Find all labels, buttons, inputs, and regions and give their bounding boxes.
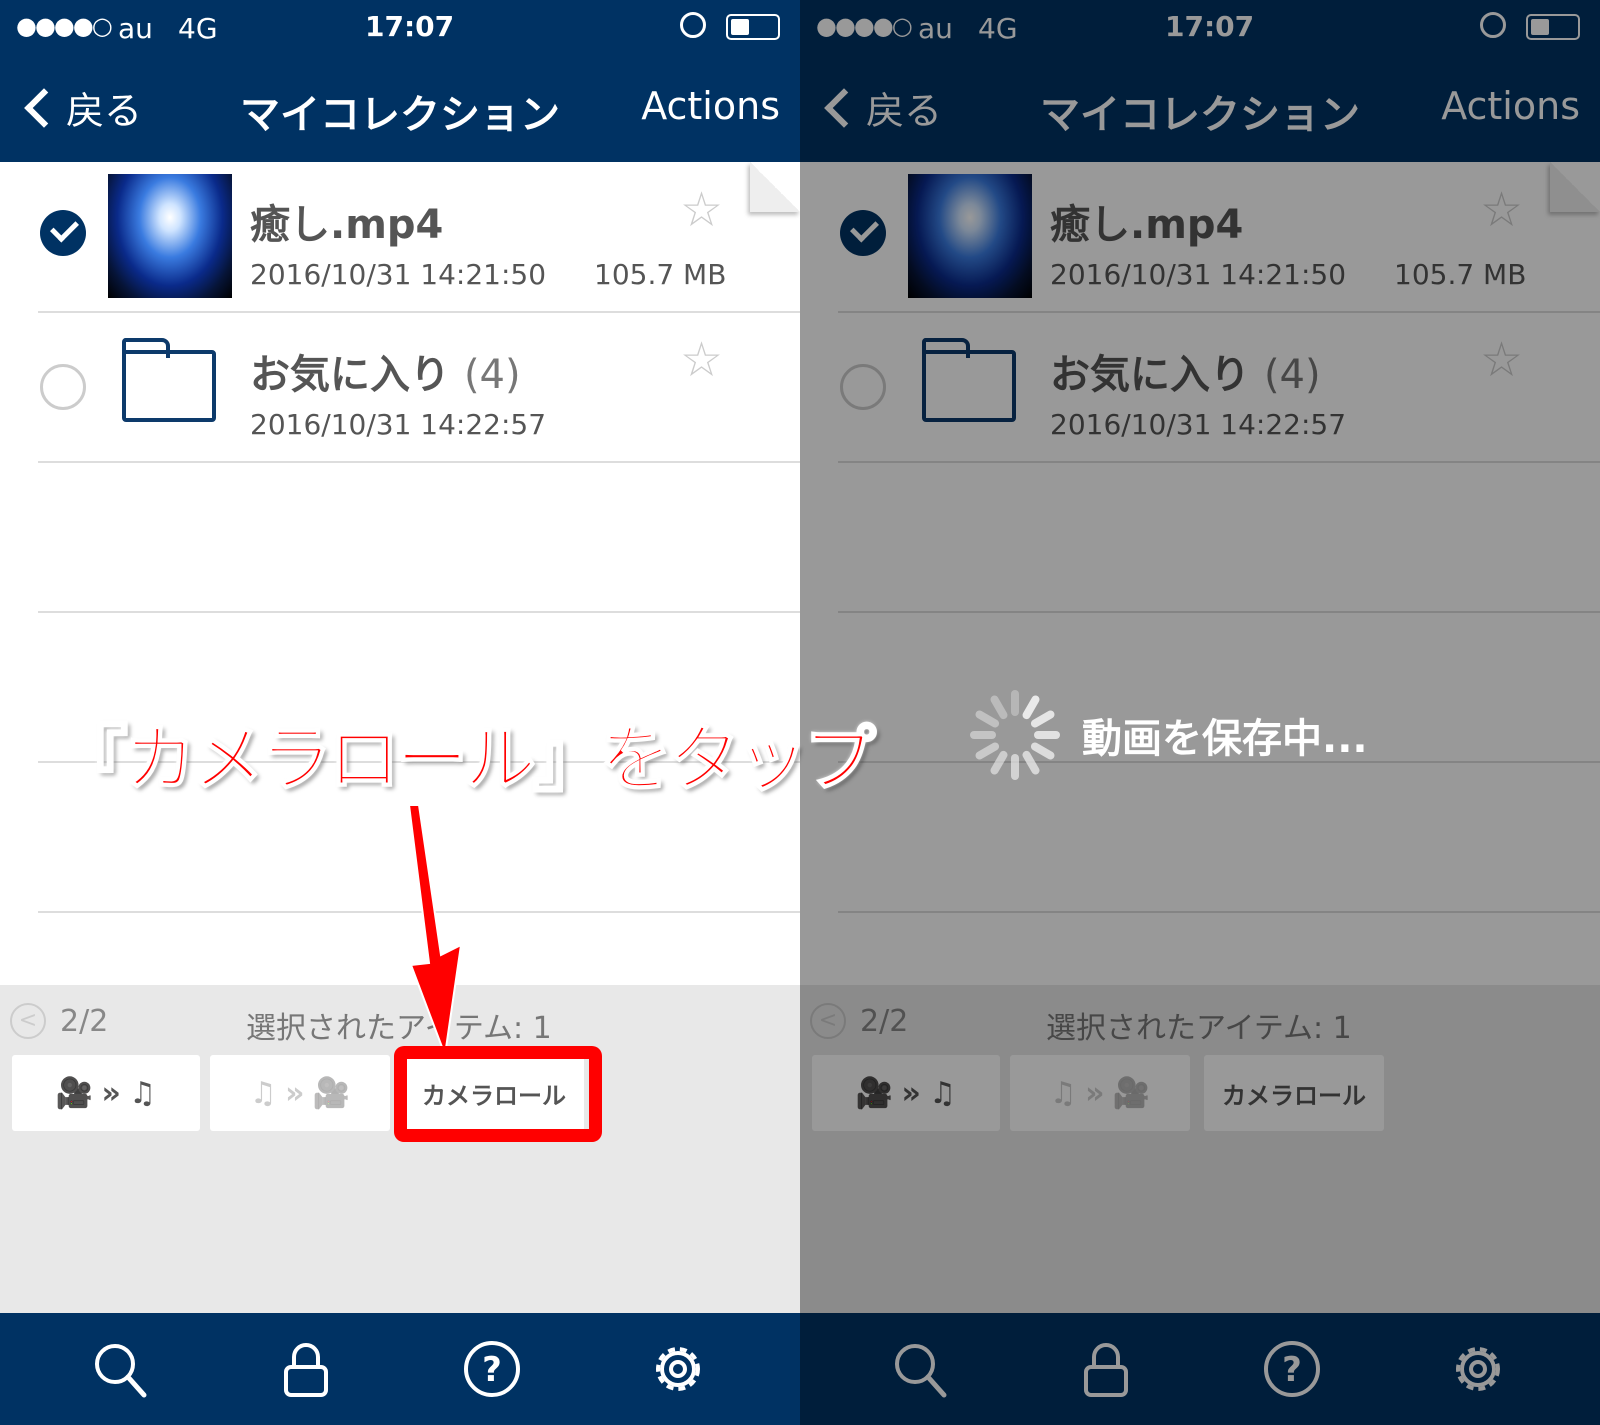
search-icon[interactable] [90, 1339, 150, 1399]
network-type: 4G [178, 12, 218, 45]
saving-text: 動画を保存中... [1082, 716, 1368, 762]
folder-icon [122, 338, 216, 422]
spinner-spoke [1011, 754, 1019, 780]
carrier: au [118, 12, 153, 45]
video-camera-icon: 🎥 [55, 1075, 94, 1111]
svg-text:?: ? [482, 1350, 502, 1390]
spinner-spoke [1034, 731, 1060, 739]
screen-saving: ●●●●○ au 4G 17:07 戻る マイコレクション Actions 癒し… [800, 0, 1600, 1425]
rotation-lock-icon [680, 12, 706, 38]
item-name: お気に入り (4) [250, 352, 521, 398]
music-note-icon: ♫ [129, 1075, 157, 1111]
back-label: 戻る [66, 89, 143, 133]
spinner-spoke [1029, 709, 1056, 729]
arrows-icon: » [101, 1075, 121, 1111]
signal-strength: ●●●●○ [16, 12, 113, 40]
highlight-box [394, 1046, 602, 1142]
star-icon[interactable]: ☆ [680, 182, 723, 238]
loading-overlay: 動画を保存中... [800, 0, 1600, 1425]
help-icon[interactable]: ? [462, 1339, 522, 1399]
pager[interactable]: <2/2 [10, 1003, 108, 1039]
spinner-spoke [989, 749, 1009, 776]
divider [38, 461, 800, 463]
convert-audio-to-video-button[interactable]: ♫ » 🎥 [210, 1055, 390, 1131]
status-bar: ●●●●○ au 4G 17:07 [0, 0, 800, 58]
checkbox-unchecked[interactable] [40, 364, 86, 410]
convert-video-to-audio-button[interactable]: 🎥 » ♫ [12, 1055, 200, 1131]
video-camera-icon: 🎥 [312, 1075, 351, 1111]
item-name: 癒し.mp4 [250, 202, 444, 248]
instruction-annotation: 『カメラロール』をタップ [55, 716, 877, 802]
chevron-left-circle-icon[interactable]: < [10, 1003, 46, 1039]
clock: 17:07 [365, 10, 455, 43]
list-item[interactable]: お気に入り (4) 2016/10/31 14:22:57 ☆ [0, 312, 800, 462]
page-title: マイコレクション [240, 92, 560, 138]
music-note-icon: ♫ [249, 1075, 277, 1111]
gear-icon[interactable] [648, 1339, 708, 1399]
chevron-left-icon [24, 87, 64, 128]
checkbox-checked[interactable] [40, 210, 86, 256]
back-button[interactable]: 戻る [18, 80, 142, 135]
star-icon[interactable]: ☆ [680, 332, 723, 388]
spinner-spoke [970, 731, 996, 739]
arrows-icon: » [285, 1075, 305, 1111]
saving-indicator: 動画を保存中... [970, 690, 1368, 780]
divider [38, 611, 800, 613]
actions-button[interactable]: Actions [641, 84, 780, 128]
battery-icon [726, 14, 780, 40]
video-thumbnail [108, 174, 232, 298]
list-item[interactable]: 癒し.mp4 2016/10/31 14:21:50 105.7 MB ☆ [0, 162, 800, 312]
navigation-bar: 戻る マイコレクション Actions [0, 58, 800, 162]
item-size: 105.7 MB [594, 258, 727, 291]
spinner-icon [970, 690, 1060, 780]
item-date: 2016/10/31 14:21:50 [250, 258, 547, 291]
item-date: 2016/10/31 14:22:57 [250, 408, 547, 441]
pointer-arrow [407, 805, 463, 1059]
lock-icon[interactable] [276, 1339, 336, 1399]
spinner-spoke [1011, 690, 1019, 716]
tab-bar: ? [0, 1313, 800, 1425]
